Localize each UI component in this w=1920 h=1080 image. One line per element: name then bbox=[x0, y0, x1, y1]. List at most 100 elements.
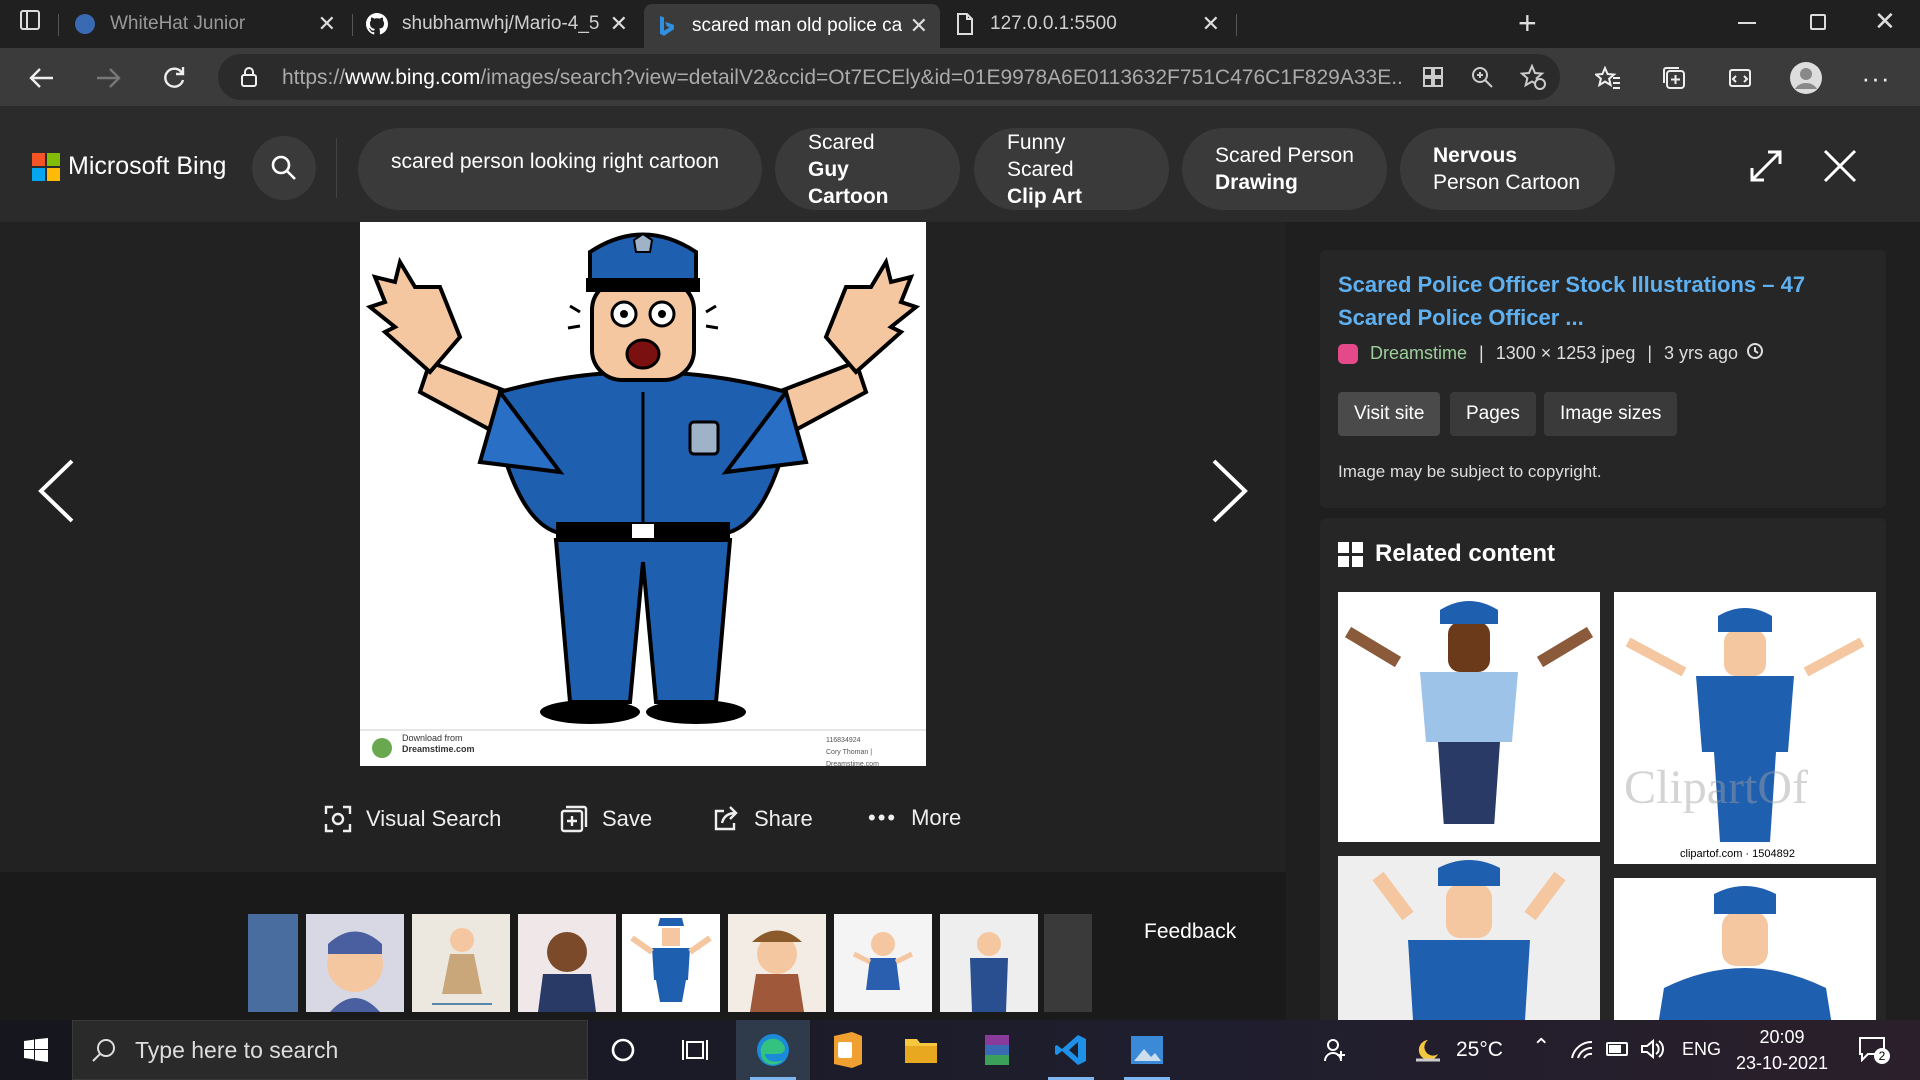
filmstrip-thumbnail[interactable] bbox=[940, 914, 1038, 1012]
volume-icon[interactable] bbox=[1640, 1038, 1664, 1065]
new-tab-icon[interactable]: + bbox=[1518, 6, 1537, 40]
visual-search-button[interactable]: Visual Search bbox=[324, 805, 501, 833]
more-dots-icon: ••• bbox=[868, 805, 898, 830]
tab-title: WhiteHat Junior bbox=[110, 13, 246, 34]
more-options-icon[interactable]: ··· bbox=[1858, 60, 1894, 96]
filmstrip-thumbnail[interactable] bbox=[518, 914, 616, 1012]
photos-taskbar-icon[interactable] bbox=[1110, 1020, 1184, 1080]
close-tab-icon[interactable]: ✕ bbox=[318, 11, 336, 37]
filmstrip-thumbnail-selected[interactable] bbox=[622, 914, 720, 1012]
close-tab-icon[interactable]: ✕ bbox=[1202, 11, 1220, 37]
filmstrip-thumbnail[interactable] bbox=[306, 914, 404, 1012]
filmstrip-thumbnail[interactable] bbox=[728, 914, 826, 1012]
related-search-pill[interactable]: Scared Person Drawing bbox=[1182, 128, 1387, 210]
favorites-icon[interactable] bbox=[1590, 60, 1626, 96]
screenshot-icon[interactable] bbox=[1722, 60, 1758, 96]
tab-actions-icon[interactable] bbox=[20, 10, 40, 30]
start-button[interactable] bbox=[0, 1020, 72, 1080]
clock[interactable]: 20:09 23-10-2021 bbox=[1734, 1024, 1830, 1076]
taskbar-search-box[interactable]: Type here to search bbox=[72, 1020, 588, 1080]
image-sizes-button[interactable]: Image sizes bbox=[1544, 392, 1678, 436]
source-link[interactable]: Dreamstime bbox=[1370, 343, 1467, 364]
filmstrip-thumbnail[interactable] bbox=[248, 914, 298, 1012]
restore-icon[interactable] bbox=[1810, 14, 1826, 30]
image-age: 3 yrs ago bbox=[1664, 343, 1739, 363]
tab-title: shubhamwhj/Mario-4_5 bbox=[402, 13, 600, 34]
windows-taskbar: Type here to search 25°C ⌃ ENG 20:09 23-… bbox=[0, 1020, 1920, 1080]
details-pane: Scared Police Officer Stock Illustration… bbox=[1286, 222, 1920, 1020]
lock-icon[interactable] bbox=[240, 66, 258, 93]
edge-taskbar-icon[interactable] bbox=[736, 1020, 810, 1080]
refresh-icon[interactable] bbox=[156, 60, 192, 96]
feedback-link[interactable]: Feedback bbox=[1144, 920, 1236, 944]
tab-github[interactable]: shubhamwhj/Mario-4_5 ✕ bbox=[354, 4, 640, 44]
windows-logo-icon bbox=[24, 1038, 48, 1062]
pages-button[interactable]: Pages bbox=[1450, 392, 1536, 436]
forward-icon[interactable] bbox=[90, 60, 126, 96]
related-search-pill[interactable]: scared person looking right cartoon bbox=[358, 128, 762, 210]
weather-icon[interactable] bbox=[1404, 1020, 1452, 1080]
vscode-taskbar-icon[interactable] bbox=[1034, 1020, 1108, 1080]
related-image[interactable] bbox=[1614, 878, 1876, 1020]
copyright-notice: Image may be subject to copyright. bbox=[1338, 462, 1602, 481]
next-image-icon[interactable] bbox=[1210, 458, 1250, 529]
show-hidden-icons-chevron[interactable]: ⌃ bbox=[1532, 1034, 1550, 1060]
related-image[interactable]: ClipartOf clipartof.com · 1504892 bbox=[1614, 592, 1876, 864]
people-icon[interactable] bbox=[1312, 1020, 1360, 1080]
save-icon bbox=[560, 805, 588, 833]
temperature-text[interactable]: 25°C bbox=[1456, 1038, 1503, 1062]
microsoft-logo-icon bbox=[32, 152, 60, 181]
search-button[interactable] bbox=[252, 136, 316, 200]
bing-header: Microsoft Bing scared person looking rig… bbox=[0, 106, 1920, 222]
whitehat-favicon bbox=[74, 13, 96, 35]
bing-logo-text: Microsoft Bing bbox=[68, 152, 227, 180]
cortana-icon[interactable] bbox=[586, 1020, 660, 1080]
save-button[interactable]: Save bbox=[560, 805, 652, 833]
related-image[interactable] bbox=[1338, 592, 1600, 842]
back-icon[interactable] bbox=[24, 60, 60, 96]
collections-icon[interactable] bbox=[1656, 60, 1692, 96]
close-icon[interactable] bbox=[1822, 148, 1858, 189]
related-image[interactable] bbox=[1338, 856, 1600, 1020]
tab-localhost[interactable]: 127.0.0.1:5500 ✕ bbox=[942, 4, 1232, 44]
profile-avatar[interactable] bbox=[1788, 60, 1824, 96]
expand-icon[interactable] bbox=[1748, 148, 1784, 189]
visual-search-icon bbox=[324, 805, 352, 833]
task-view-icon[interactable] bbox=[658, 1020, 732, 1080]
file-explorer-icon[interactable] bbox=[884, 1020, 958, 1080]
related-search-pill[interactable]: Scared Guy Cartoon bbox=[775, 128, 960, 210]
office-taskbar-icon[interactable] bbox=[810, 1020, 884, 1080]
winrar-icon[interactable] bbox=[960, 1020, 1034, 1080]
related-search-pill[interactable]: Nervous Person Cartoon bbox=[1400, 128, 1615, 210]
visit-site-button[interactable]: Visit site bbox=[1338, 392, 1441, 436]
language-indicator[interactable]: ENG bbox=[1682, 1039, 1721, 1060]
more-button[interactable]: ••• More bbox=[868, 805, 961, 831]
tab-bing-active[interactable]: scared man old police cartoon - I ✕ bbox=[644, 4, 940, 48]
filmstrip-thumbnail[interactable] bbox=[834, 914, 932, 1012]
zoom-icon[interactable] bbox=[1470, 65, 1494, 94]
add-favorite-icon[interactable] bbox=[1519, 63, 1546, 95]
app-available-icon[interactable] bbox=[1422, 66, 1444, 93]
battery-icon[interactable] bbox=[1606, 1042, 1628, 1056]
bing-logo[interactable]: Microsoft Bing bbox=[32, 152, 226, 181]
main-image[interactable]: Download from Dreamstime.com 116834924 C… bbox=[360, 222, 926, 766]
filmstrip-thumbnail[interactable] bbox=[412, 914, 510, 1012]
previous-image-icon[interactable] bbox=[36, 458, 76, 529]
grid-icon bbox=[1338, 541, 1363, 567]
wifi-icon[interactable] bbox=[1570, 1040, 1594, 1065]
minimize-icon[interactable] bbox=[1738, 22, 1756, 24]
tab-whitehat[interactable]: WhiteHat Junior ✕ bbox=[62, 4, 348, 44]
image-info-card: Scared Police Officer Stock Illustration… bbox=[1320, 250, 1886, 508]
image-filmstrip: Feedback bbox=[0, 872, 1286, 1020]
notifications-icon[interactable]: 2 bbox=[1858, 1036, 1890, 1067]
address-bar[interactable]: https://www.bing.com/images/search?view=… bbox=[218, 54, 1560, 100]
close-tab-icon[interactable]: ✕ bbox=[610, 11, 628, 37]
related-search-pill[interactable]: Funny Scared Clip Art bbox=[974, 128, 1169, 210]
clipart-watermark: ClipartOf bbox=[1624, 761, 1808, 814]
close-window-icon[interactable]: ✕ bbox=[1874, 6, 1896, 37]
result-title-link[interactable]: Scared Police Officer Stock Illustration… bbox=[1338, 268, 1878, 334]
filmstrip-thumbnail[interactable] bbox=[1044, 914, 1092, 1012]
image-detail-view: Download from Dreamstime.com 116834924 C… bbox=[0, 222, 1920, 1020]
share-button[interactable]: Share bbox=[712, 805, 813, 833]
close-tab-icon[interactable]: ✕ bbox=[910, 13, 928, 39]
